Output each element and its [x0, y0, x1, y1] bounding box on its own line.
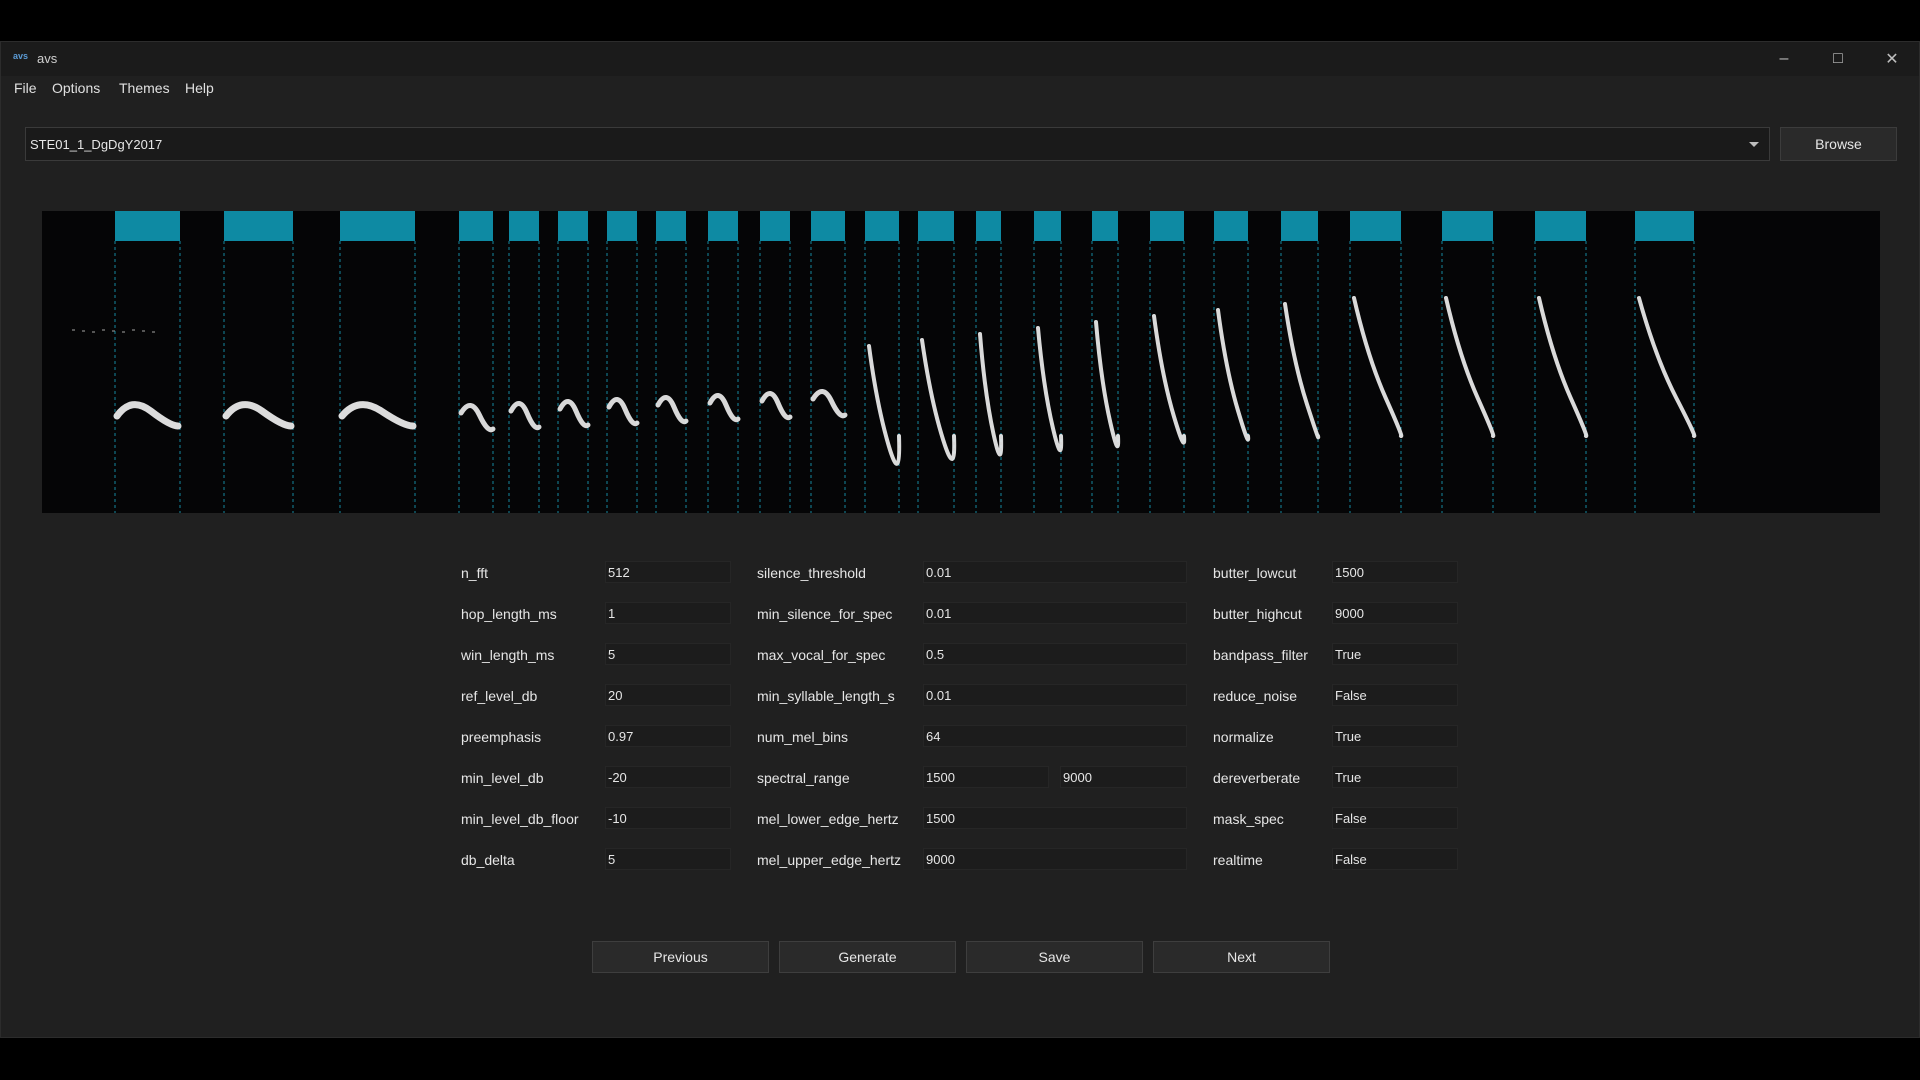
param-label-spectral-range: spectral_range	[757, 770, 850, 786]
param-input-db-delta[interactable]: 5	[605, 848, 731, 870]
param-input-min-level-db[interactable]: -20	[605, 766, 731, 788]
save-button[interactable]: Save	[966, 941, 1143, 973]
param-input-num-mel-bins[interactable]: 64	[923, 725, 1187, 747]
next-button[interactable]: Next	[1153, 941, 1330, 973]
param-input-min-silence-for-spec[interactable]: 0.01	[923, 602, 1187, 624]
param-input-spectral-range-high[interactable]: 9000	[1060, 766, 1187, 788]
generate-button[interactable]: Generate	[779, 941, 956, 973]
param-input-mel-upper-edge-hertz[interactable]: 9000	[923, 848, 1187, 870]
param-label-silence-threshold: silence_threshold	[757, 565, 866, 581]
param-label-min-level-db: min_level_db	[461, 770, 544, 786]
param-label-hop-length-ms: hop_length_ms	[461, 606, 557, 622]
param-input-normalize[interactable]: True	[1332, 725, 1458, 747]
param-input-mask-spec[interactable]: False	[1332, 807, 1458, 829]
param-input-preemphasis[interactable]: 0.97	[605, 725, 731, 747]
param-input-butter-highcut[interactable]: 9000	[1332, 602, 1458, 624]
param-label-min-syllable-length-s: min_syllable_length_s	[757, 688, 895, 704]
param-label-win-length-ms: win_length_ms	[461, 647, 555, 663]
param-input-min-level-db-floor[interactable]: -10	[605, 807, 731, 829]
param-input-min-syllable-length-s[interactable]: 0.01	[923, 684, 1187, 706]
param-label-db-delta: db_delta	[461, 852, 515, 868]
param-label-n-fft: n_fft	[461, 565, 488, 581]
param-input-silence-threshold[interactable]: 0.01	[923, 561, 1187, 583]
param-input-max-vocal-for-spec[interactable]: 0.5	[923, 643, 1187, 665]
param-input-win-length-ms[interactable]: 5	[605, 643, 731, 665]
param-label-mel-upper-edge-hertz: mel_upper_edge_hertz	[757, 852, 901, 868]
param-label-min-level-db-floor: min_level_db_floor	[461, 811, 579, 827]
param-label-min-silence-for-spec: min_silence_for_spec	[757, 606, 893, 622]
param-input-reduce-noise[interactable]: False	[1332, 684, 1458, 706]
param-input-butter-lowcut[interactable]: 1500	[1332, 561, 1458, 583]
param-input-ref-level-db[interactable]: 20	[605, 684, 731, 706]
param-label-preemphasis: preemphasis	[461, 729, 542, 745]
param-input-bandpass-filter[interactable]: True	[1332, 643, 1458, 665]
param-input-n-fft[interactable]: 512	[605, 561, 731, 583]
param-label-mask-spec: mask_spec	[1213, 811, 1284, 827]
param-input-mel-lower-edge-hertz[interactable]: 1500	[923, 807, 1187, 829]
param-label-num-mel-bins: num_mel_bins	[757, 729, 849, 745]
param-label-normalize: normalize	[1213, 729, 1274, 745]
parameter-panel: n_fft 512 hop_length_ms 1 win_length_ms …	[1, 42, 1919, 1037]
param-label-reduce-noise: reduce_noise	[1213, 688, 1298, 704]
param-label-max-vocal-for-spec: max_vocal_for_spec	[757, 647, 886, 663]
param-label-dereverberate: dereverberate	[1213, 770, 1301, 786]
param-label-butter-highcut: butter_highcut	[1213, 606, 1302, 622]
param-input-dereverberate[interactable]: True	[1332, 766, 1458, 788]
param-input-realtime[interactable]: False	[1332, 848, 1458, 870]
previous-button[interactable]: Previous	[592, 941, 769, 973]
param-label-bandpass-filter: bandpass_filter	[1213, 647, 1308, 663]
app-window: avs avs – □ ✕ File Options Themes Help S…	[0, 41, 1920, 1038]
param-input-spectral-range-low[interactable]: 1500	[923, 766, 1049, 788]
param-label-mel-lower-edge-hertz: mel_lower_edge_hertz	[757, 811, 899, 827]
param-label-butter-lowcut: butter_lowcut	[1213, 565, 1297, 581]
param-input-hop-length-ms[interactable]: 1	[605, 602, 731, 624]
param-label-ref-level-db: ref_level_db	[461, 688, 538, 704]
param-label-realtime: realtime	[1213, 852, 1263, 868]
